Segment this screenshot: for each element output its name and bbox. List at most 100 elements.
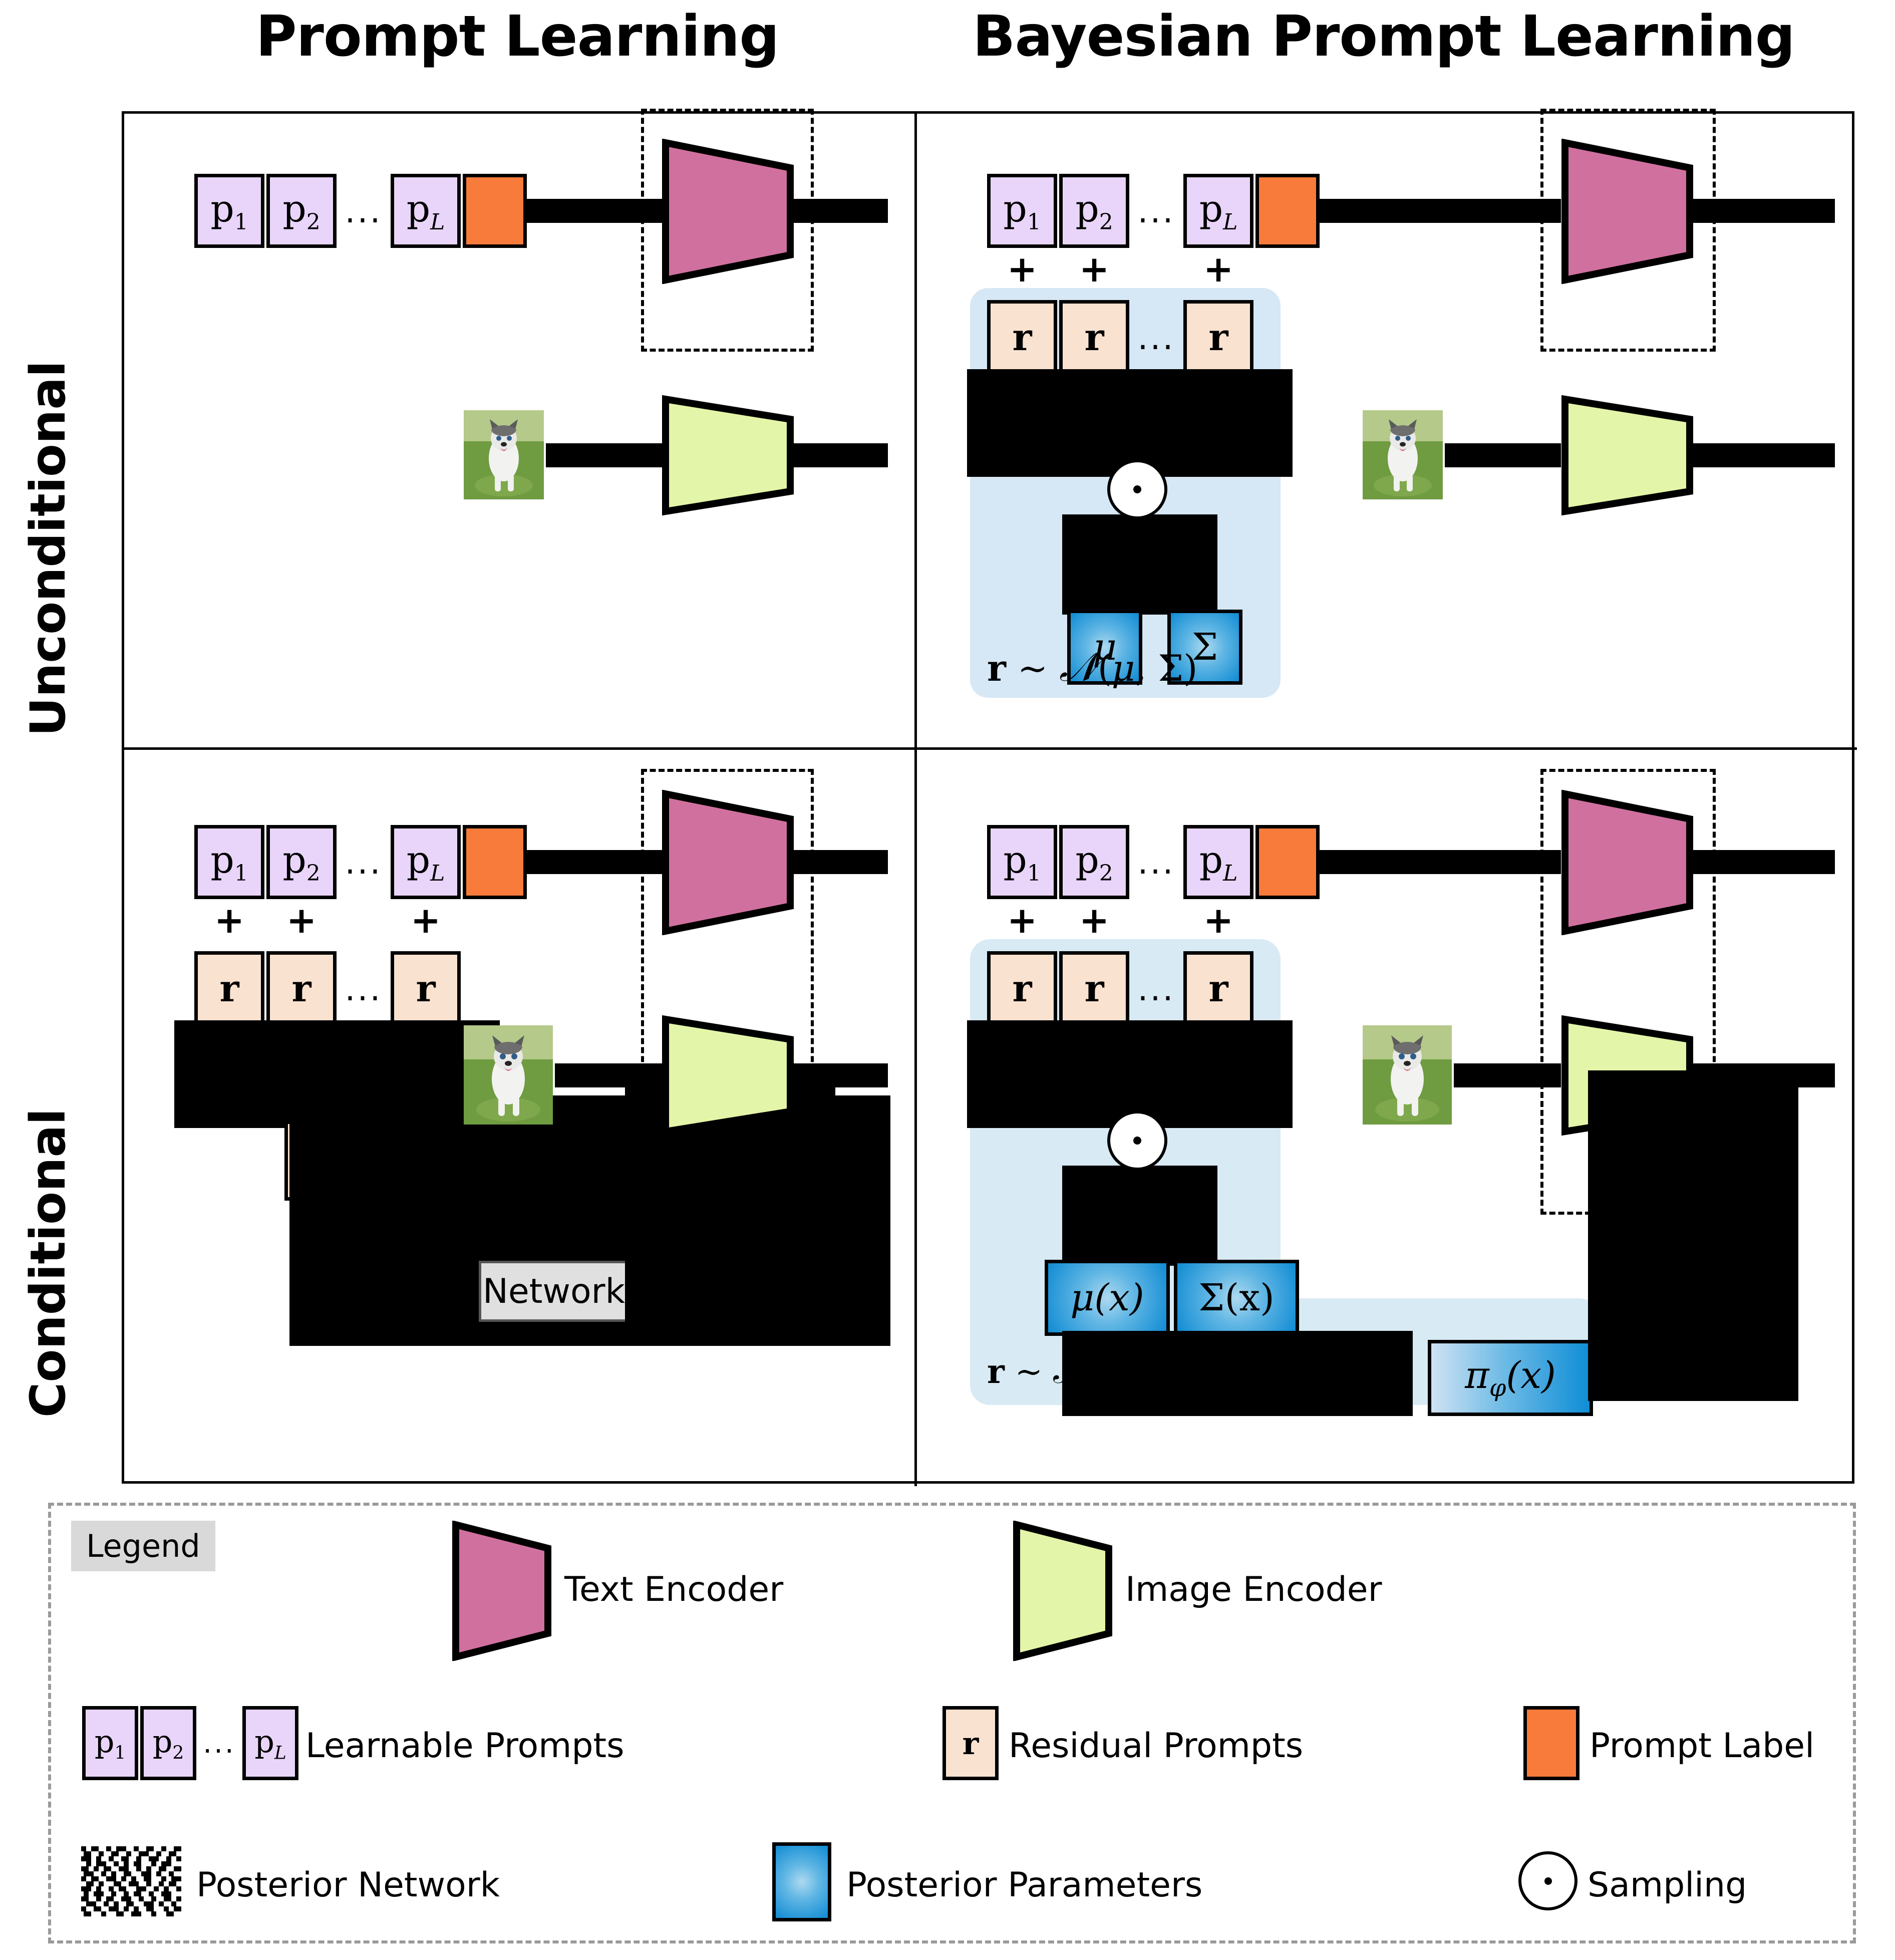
residual-token-label: r [1208, 967, 1228, 1010]
plus-sign: + [286, 899, 317, 941]
residual-token-label: r [962, 1725, 979, 1762]
arrow-image-encoder-output [790, 1063, 888, 1087]
prompt-token-label: p2 [282, 187, 321, 235]
distribution-formula: r ~ 𝒩(μ(x), Σ(x)) [987, 1349, 1270, 1392]
arrow-image-encoder-output [1690, 443, 1835, 467]
residual-token-label: r [219, 967, 239, 1010]
legend-learnable-prompt-box-1: p1 [82, 1706, 138, 1780]
legend-prompt-label-label: Prompt Label [1590, 1726, 1815, 1766]
text-encoder-shape [662, 790, 794, 935]
distribution-formula: r ~ 𝒩(μ, Σ) [987, 644, 1198, 690]
prompt-token-label: p2 [282, 838, 321, 886]
legend-image-encoder-icon [1013, 1521, 1113, 1661]
prompt-token-label: p2 [152, 1723, 184, 1764]
prompt-ellipsis: ... [1137, 191, 1175, 230]
text-encoder-shape [1561, 790, 1694, 935]
network-box: Network [479, 1261, 629, 1322]
residual-prompt-box-2: r [266, 951, 337, 1026]
legend-learnable-prompt-box-L: pL [242, 1706, 298, 1780]
prompt-label-box [463, 174, 527, 248]
arrow-text-encoder-output [790, 199, 888, 223]
input-image-dog [464, 410, 544, 499]
plus-sign: + [1079, 248, 1110, 290]
arrows-params-to-sampling [1062, 514, 1217, 615]
legend-sampling-label: Sampling [1588, 1865, 1747, 1905]
legend-sampling-icon [1518, 1851, 1577, 1910]
prompt-token-label: pL [1199, 187, 1238, 235]
input-image-dog [464, 1025, 553, 1125]
posterior-covariance-box: Σ(x) [1174, 1260, 1299, 1336]
residual-prompt-box-L: r [391, 951, 461, 1026]
residual-prompt-box-1: r [987, 300, 1057, 375]
plus-sign: + [1007, 248, 1038, 290]
posterior-network-box: πφ(x) [1428, 1340, 1593, 1416]
residual-prompt-box-1: r [194, 951, 264, 1026]
image-encoder-shape [662, 1015, 794, 1136]
prompt-token-label: p1 [210, 838, 248, 886]
pi-phi-label: πφ(x) [1465, 1354, 1556, 1402]
legend-learnable-prompt-box-2: p2 [140, 1706, 196, 1780]
residual-ellipsis: ... [345, 969, 383, 1008]
residual-token-label: r [1084, 316, 1104, 359]
prompt-label-box [1255, 174, 1320, 248]
legend-residual-prompt-icon: r [942, 1706, 999, 1780]
legend-prompt-label-icon [1523, 1706, 1580, 1780]
quadrant-conditional-prompt-learning: p1 p2 ... pL + + + r r ... r r Network [124, 750, 914, 1486]
residual-token-label: r [1084, 967, 1104, 1010]
plus-sign: + [1007, 899, 1038, 941]
mu-x-label: μ(x) [1070, 1276, 1144, 1319]
sampling-node [1107, 1110, 1167, 1171]
residual-prompt-box-2: r [1059, 951, 1129, 1026]
prompt-ellipsis: ... [345, 191, 383, 230]
diagram-grid: p1 p2 ... pL p1 p2 ... pL + + + r r ... … [122, 109, 1857, 1486]
arrows-params-to-sampling [1062, 1166, 1217, 1266]
image-encoder-shape [662, 395, 794, 515]
prompt-ellipsis: ... [345, 843, 383, 882]
prompt-token-label: pL [406, 187, 445, 235]
legend-text-encoder-icon [452, 1521, 552, 1661]
legend-residual-prompts-label: Residual Prompts [1009, 1726, 1304, 1766]
arrow-prompts-to-text-encoder [527, 850, 662, 874]
column-title-prompt-learning: Prompt Learning [255, 4, 780, 69]
learnable-prompt-box-2: p2 [266, 174, 337, 248]
arrow-image-to-image-encoder [555, 1063, 662, 1087]
residual-token-label: r [291, 967, 311, 1010]
residual-token-label: r [1012, 967, 1032, 1010]
residual-prompt-box-1: r [987, 951, 1057, 1026]
prompt-token-label: p2 [1075, 187, 1113, 235]
residual-prompt-box-L: r [1183, 951, 1253, 1026]
network-label: Network [483, 1271, 625, 1311]
learnable-prompt-box-L: pL [391, 825, 461, 899]
prompt-token-label: pL [1199, 838, 1238, 886]
prompt-ellipsis: ... [1137, 843, 1175, 882]
learnable-prompt-box-L: pL [1183, 174, 1253, 248]
learnable-prompt-box-L: pL [1183, 825, 1253, 899]
legend-prompt-ellipsis: ... [203, 1727, 236, 1760]
quadrant-conditional-bayesian: p1 p2 ... pL + + + r r ... r μ(x) Σ(x) π… [917, 750, 1857, 1486]
residual-prompt-box-L: r [1183, 300, 1253, 375]
residual-token-label: r [1208, 316, 1228, 359]
prompt-label-box [1255, 825, 1320, 899]
arrow-text-encoder-output [1690, 199, 1835, 223]
learnable-prompt-box-1: p1 [194, 174, 264, 248]
learnable-prompt-box-1: p1 [987, 174, 1057, 248]
legend-posterior-parameters-icon [772, 1842, 831, 1921]
sampling-dot-icon [1133, 1137, 1141, 1145]
plus-sign: + [1203, 899, 1234, 941]
legend-posterior-network-icon [81, 1846, 181, 1918]
legend-title: Legend [71, 1521, 215, 1571]
prompt-token-label: p1 [94, 1723, 126, 1764]
learnable-prompt-box-2: p2 [1059, 174, 1129, 248]
quadrant-unconditional-bayesian: p1 p2 ... pL + + + r r ... r μ Σ r ~ 𝒩(μ… [917, 109, 1857, 747]
prompt-token-label: p1 [1003, 838, 1041, 886]
input-image-dog [1363, 1025, 1452, 1125]
posterior-mean-box: μ(x) [1045, 1260, 1170, 1336]
prompt-token-label: pL [254, 1723, 286, 1764]
arrow-text-encoder-output [790, 850, 888, 874]
residual-ellipsis: ... [1137, 969, 1175, 1008]
plus-sign: + [1079, 899, 1110, 941]
arrow-image-to-image-encoder [546, 443, 662, 467]
sampling-dot-icon [1544, 1877, 1552, 1885]
learnable-prompt-box-2: p2 [266, 825, 337, 899]
text-encoder-shape [1561, 139, 1694, 284]
